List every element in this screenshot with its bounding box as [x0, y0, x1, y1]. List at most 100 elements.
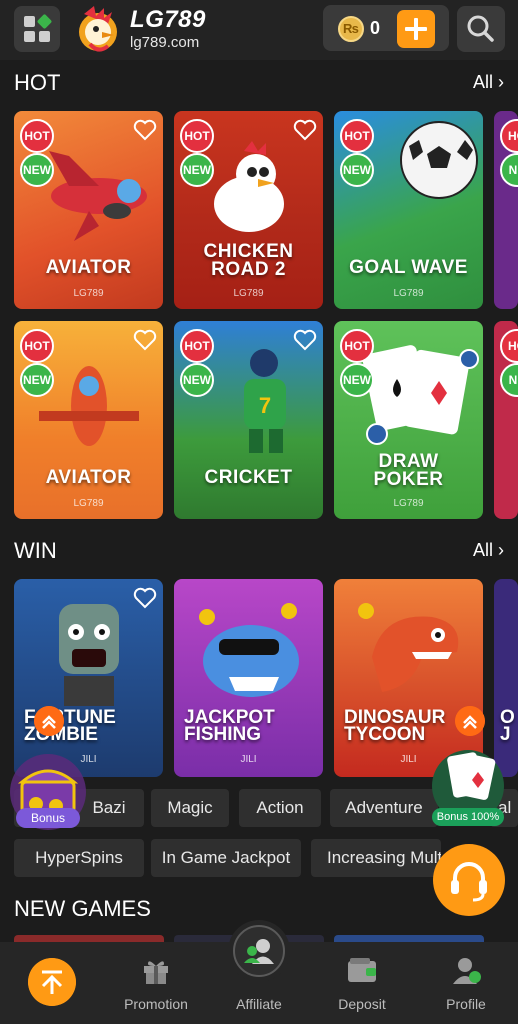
heart-icon[interactable] [133, 329, 157, 351]
game-card-jackpot-fishing[interactable]: JACKPOT FISHING JILI [174, 579, 323, 777]
game-card-peek[interactable]: HO NE [494, 111, 518, 309]
game-provider: LG789 [393, 288, 424, 299]
headset-icon [451, 862, 487, 902]
section-title-win: WIN [14, 538, 57, 563]
nav-deposit[interactable]: Deposit [310, 942, 414, 1024]
game-card-chicken-road-2[interactable]: HOT NEW CHICKEN ROAD 2 LG789 [174, 111, 323, 309]
new-badge: NEW [340, 153, 374, 187]
game-title-line2: J [500, 724, 511, 745]
category-chip-hyperspins[interactable]: HyperSpins [14, 839, 144, 877]
heart-icon[interactable] [133, 119, 157, 141]
nav-deposit-label: Deposit [338, 996, 386, 1012]
airplane-image [39, 366, 139, 446]
hot-badge: HO [500, 329, 518, 363]
bonus-cards-icon[interactable] [430, 746, 506, 810]
search-button[interactable] [457, 6, 505, 52]
shark-image [199, 603, 299, 697]
game-title-line2: TYCOON [344, 724, 426, 745]
new-badge: NEW [340, 363, 374, 397]
nav-back-to-top[interactable] [0, 942, 104, 1024]
game-provider: LG789 [73, 498, 104, 509]
nav-promotion-label: Promotion [124, 996, 188, 1012]
affiliate-people-icon [244, 939, 274, 964]
game-card-peek[interactable]: HO NE [494, 321, 518, 519]
hot-badge: HOT [340, 119, 374, 153]
nav-promotion[interactable]: Promotion [104, 942, 208, 1024]
category-chip-increasing-mult[interactable]: Increasing Mult [311, 839, 441, 877]
nav-profile-label: Profile [446, 996, 486, 1012]
hot-badge: HOT [180, 329, 214, 363]
back-to-top-icon [28, 958, 76, 1006]
chicken-image [214, 141, 284, 232]
nav-affiliate-label: Affiliate [236, 996, 282, 1012]
hot-badge: HO [500, 119, 518, 153]
game-card-fortune-zombie[interactable]: FORTUNE ZOMBIE JILI [14, 579, 163, 777]
new-game-card-peek[interactable] [14, 935, 164, 942]
section-title-hot: HOT [14, 70, 61, 95]
affiliate-button[interactable] [233, 925, 285, 977]
game-card-draw-poker[interactable]: HOT NEW DRAW POKER LG789 [334, 321, 483, 519]
playing-cards-image [362, 345, 479, 445]
scroll-up-arrow-icon[interactable] [455, 706, 485, 736]
soccer-ball-image [400, 121, 478, 199]
game-title-line2: FISHING [184, 724, 262, 745]
hot-badge: HOT [20, 119, 54, 153]
new-badge: NEW [20, 153, 54, 187]
wallet-icon [348, 958, 376, 982]
top-header: LG789 lg789.com ₨ 0 [0, 0, 518, 60]
nav-profile[interactable]: Profile [414, 942, 518, 1024]
heart-icon[interactable] [293, 329, 317, 351]
grid-icon [24, 16, 35, 27]
game-title: AVIATOR [45, 467, 132, 488]
hot-badge: HOT [340, 329, 374, 363]
scroll-up-arrow-icon[interactable] [34, 706, 64, 736]
hot-all-link[interactable]: All › [473, 72, 504, 93]
balance-value: 0 [370, 18, 381, 38]
new-badge: NEW [180, 153, 214, 187]
logo-title: LG789 [130, 6, 206, 33]
game-provider: JILI [240, 754, 257, 765]
game-provider: LG789 [393, 498, 424, 509]
search-icon [467, 15, 494, 42]
hot-badge: HOT [20, 329, 54, 363]
chevron-right-icon: › [498, 72, 504, 92]
coin-icon: ₨ [338, 16, 364, 42]
menu-button[interactable] [14, 6, 60, 52]
game-provider: LG789 [73, 288, 104, 299]
new-badge: NE [500, 363, 518, 397]
heart-icon[interactable] [133, 587, 157, 609]
cricket-player-image: 7 [244, 349, 286, 453]
bonus-label[interactable]: Bonus [16, 808, 80, 828]
new-game-card-peek[interactable] [334, 935, 484, 942]
new-badge: NE [500, 153, 518, 187]
dinosaur-image [358, 603, 459, 692]
gift-icon [144, 961, 168, 984]
category-chip-adventure[interactable]: Adventure [330, 789, 438, 827]
win-all-link[interactable]: All › [473, 540, 504, 561]
game-card-goal-wave[interactable]: HOT NEW GOAL WAVE LG789 [334, 111, 483, 309]
hot-badge: HOT [180, 119, 214, 153]
deposit-plus-button[interactable] [397, 10, 435, 48]
game-title: CRICKET [204, 467, 293, 488]
category-chip-magic[interactable]: Magic [151, 789, 229, 827]
game-provider: LG789 [233, 288, 264, 299]
game-title-line2: POKER [373, 469, 444, 490]
game-title: AVIATOR [45, 257, 132, 278]
bonus-percent-label[interactable]: Bonus 100% [432, 808, 504, 826]
heart-icon[interactable] [293, 119, 317, 141]
game-title: GOAL WAVE [349, 257, 468, 278]
category-chip-in-game-jackpot[interactable]: In Game Jackpot [151, 839, 301, 877]
new-badge: NEW [180, 363, 214, 397]
zombie-image [59, 604, 119, 706]
svg-text:7: 7 [259, 393, 271, 418]
logo-url: lg789.com [130, 34, 200, 51]
game-card-aviator[interactable]: HOT NEW AVIATOR LG789 [14, 111, 163, 309]
category-chip-action[interactable]: Action [239, 789, 321, 827]
game-card-cricket[interactable]: 7 HOT NEW CRICKET [174, 321, 323, 519]
airplane-image [49, 151, 147, 241]
section-title-new-games: NEW GAMES [14, 896, 151, 921]
chevron-right-icon: › [498, 540, 504, 560]
customer-support-button[interactable] [433, 844, 505, 916]
game-title-line2: ROAD 2 [211, 259, 286, 280]
game-card-aviator-2[interactable]: HOT NEW AVIATOR LG789 [14, 321, 163, 519]
